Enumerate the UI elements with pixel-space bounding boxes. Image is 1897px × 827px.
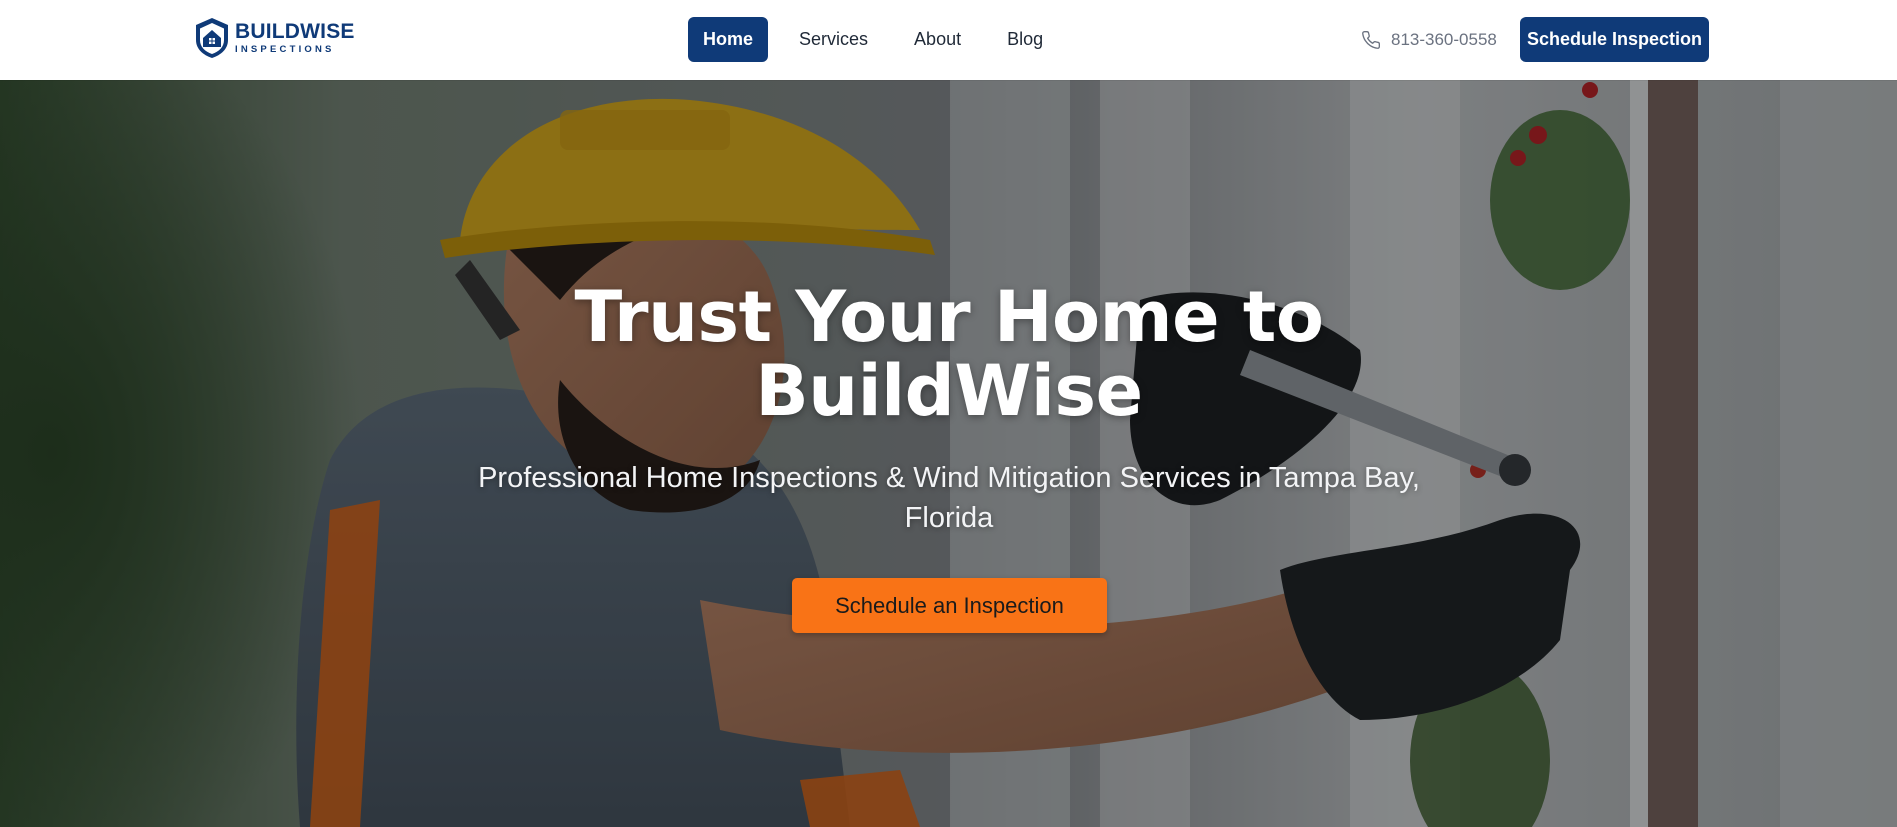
phone-link[interactable]: 813-360-0558: [1361, 26, 1497, 54]
phone-icon: [1362, 30, 1381, 49]
nav-about[interactable]: About: [899, 17, 976, 62]
brand-logo[interactable]: BUILDWISE INSPECTIONS: [193, 16, 355, 60]
main-nav: Home Services About Blog: [688, 17, 1070, 62]
hero-title-line1: Trust Your Home to: [574, 276, 1324, 358]
brand-tagline: INSPECTIONS: [235, 44, 335, 56]
schedule-inspection-button[interactable]: Schedule Inspection: [1520, 17, 1709, 62]
hero-title: Trust Your Home to BuildWise: [449, 280, 1449, 428]
hero-content: Trust Your Home to BuildWise Professiona…: [0, 80, 1897, 827]
nav-services[interactable]: Services: [784, 17, 883, 62]
hero-subtitle: Professional Home Inspections & Wind Mit…: [478, 462, 1420, 534]
phone-number: 813-360-0558: [1391, 30, 1497, 49]
hero-section: Trust Your Home to BuildWise Professiona…: [0, 80, 1897, 827]
brand-name: BUILDWISE: [235, 20, 355, 44]
house-shield-icon: [196, 18, 228, 58]
hero-title-line2: BuildWise: [755, 350, 1143, 432]
site-header: BUILDWISE INSPECTIONS Home Services Abou…: [0, 0, 1897, 80]
schedule-an-inspection-button[interactable]: Schedule an Inspection: [792, 578, 1107, 633]
nav-blog[interactable]: Blog: [992, 17, 1058, 62]
nav-home[interactable]: Home: [688, 17, 769, 62]
